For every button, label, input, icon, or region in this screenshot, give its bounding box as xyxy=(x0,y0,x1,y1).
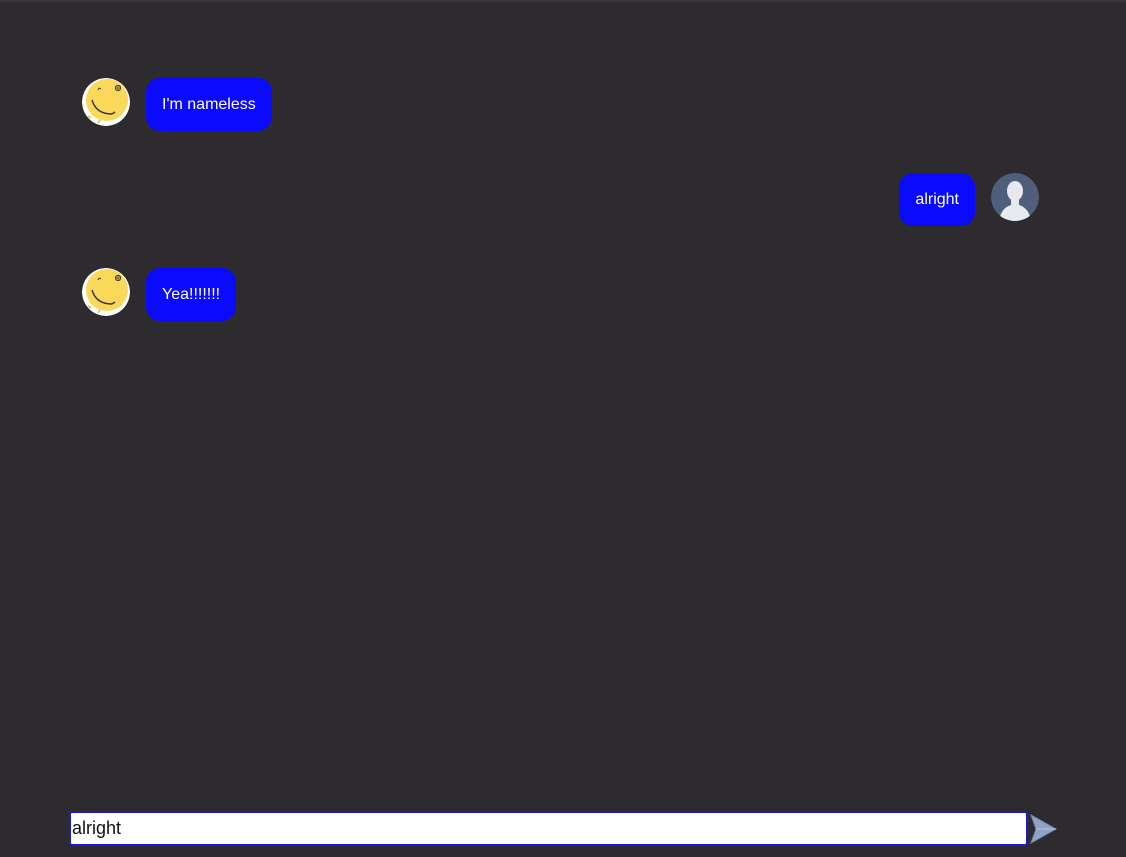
message-input[interactable] xyxy=(69,811,1028,846)
message-row-bot: I'm nameless xyxy=(82,78,272,131)
message-bubble: Yea!!!!!!! xyxy=(146,268,237,321)
message-bubble: alright xyxy=(899,173,975,226)
chat-messages-area: I'm nameless alright Yea!!!!!!! xyxy=(0,0,1126,800)
send-button[interactable] xyxy=(1030,814,1057,844)
smiley-face-icon xyxy=(82,78,130,126)
user-silhouette-icon xyxy=(991,173,1039,221)
message-row-bot: Yea!!!!!!! xyxy=(82,268,237,321)
smiley-face-icon xyxy=(82,268,130,316)
message-row-user: alright xyxy=(899,173,1039,226)
message-composer xyxy=(69,811,1057,846)
message-bubble: I'm nameless xyxy=(146,78,272,131)
send-arrow-icon xyxy=(1030,814,1057,844)
